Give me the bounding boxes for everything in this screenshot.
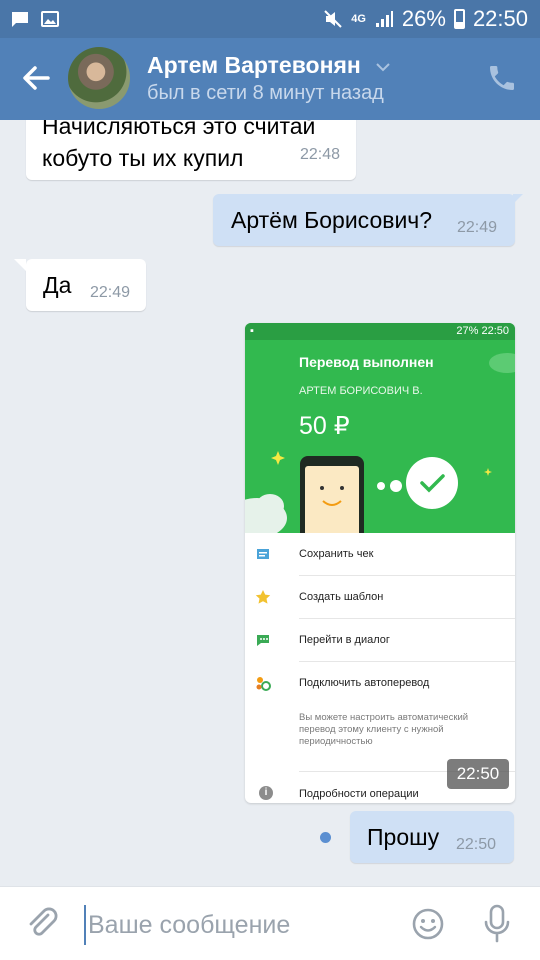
contact-name[interactable]: Артем Вартевонян [147, 52, 391, 79]
message-time: 22:49 [89, 284, 130, 301]
action-label: Сохранить чек [299, 548, 374, 560]
emoji-icon[interactable] [411, 907, 445, 941]
image-notification-icon [41, 11, 59, 27]
message-time: 22:50 [455, 836, 496, 853]
action-label: Перейти в диалог [299, 634, 390, 646]
image-attachment[interactable]: ▪ 27% 22:50 Перевод выполнен АРТЕМ БОРИС… [245, 323, 515, 803]
star-icon [255, 590, 271, 604]
message-outgoing[interactable]: Артём Борисович? 22:49 [213, 194, 523, 246]
transfer-success-banner: ▪ 27% 22:50 Перевод выполнен АРТЕМ БОРИС… [245, 323, 515, 533]
bubble-tail [14, 259, 26, 271]
action-save-receipt[interactable]: Сохранить чек [257, 533, 515, 576]
unread-indicator [320, 832, 331, 843]
message-time: 22:49 [456, 219, 497, 236]
message-time: 22:48 [299, 146, 340, 163]
message-text-line: кобуто ты их купил [42, 145, 244, 171]
message-text: Артём Борисович? [231, 207, 433, 233]
phone-illustration [300, 456, 364, 533]
paperclip-icon[interactable] [24, 905, 60, 941]
microphone-icon[interactable] [483, 904, 511, 944]
contact-name-text: Артем Вартевонян [147, 52, 361, 78]
phone-icon[interactable] [486, 62, 518, 94]
chat-header: Артем Вартевонян был в сети 8 минут наза… [0, 38, 540, 120]
contact-status: был в сети 8 минут назад [147, 82, 384, 104]
back-arrow-icon[interactable] [18, 60, 54, 96]
message-text: Да [43, 272, 72, 298]
signal-icon [375, 11, 393, 27]
action-autotransfer[interactable]: Подключить автоперевод [256, 662, 515, 702]
message-notification-icon [12, 12, 28, 27]
avatar[interactable] [68, 47, 130, 109]
info-icon: i [259, 786, 273, 800]
clock: 22:50 [472, 6, 528, 31]
mute-icon [324, 10, 342, 28]
action-open-dialog[interactable]: Перейти в диалог [257, 619, 515, 662]
battery-percent: 26% [401, 6, 446, 31]
chevron-down-icon [376, 63, 390, 72]
message-outgoing[interactable]: Прошу 22:50 [350, 811, 514, 863]
message-list[interactable]: Начисляються это считай кобуто ты их куп… [0, 120, 540, 886]
details-label: Подробности операции [299, 788, 419, 800]
dots-icon [377, 480, 402, 492]
cloud-icon [245, 353, 515, 533]
chat-icon [257, 635, 269, 646]
receipt-icon [257, 549, 269, 559]
battery-icon [453, 9, 465, 29]
success-illustration [245, 353, 515, 533]
status-bar: 4G 26% 22:50 [0, 0, 540, 38]
checkmark-icon [406, 457, 458, 509]
action-label: Подключить автоперевод [299, 677, 430, 689]
message-text-line: Начисляються это считай [42, 120, 316, 139]
autotransfer-icon [256, 677, 271, 691]
message-input[interactable] [84, 905, 384, 945]
action-label: Создать шаблон [299, 591, 384, 603]
compose-bar [0, 886, 540, 960]
image-time-badge: 22:50 [447, 759, 509, 789]
message-incoming[interactable]: Начисляються это считай кобуто ты их куп… [26, 120, 356, 180]
message-text: Прошу [367, 824, 440, 850]
network-type: 4G [351, 13, 366, 25]
action-create-template[interactable]: Создать шаблон [255, 576, 515, 619]
message-incoming[interactable]: Да 22:49 [14, 259, 146, 311]
bubble-tail [513, 194, 523, 204]
